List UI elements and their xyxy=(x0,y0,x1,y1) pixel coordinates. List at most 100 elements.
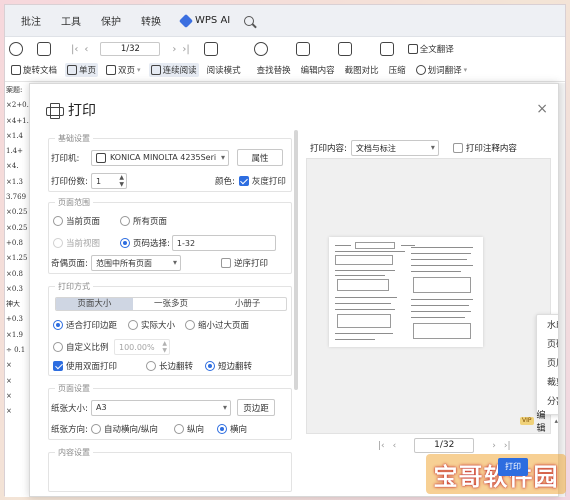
read-mode-button[interactable]: 阅读模式 xyxy=(205,63,243,77)
zoom-icon[interactable] xyxy=(9,42,23,56)
duplex-checkbox[interactable] xyxy=(53,361,63,371)
fit-margin-radio[interactable] xyxy=(53,320,63,330)
continuous-read-button[interactable]: 连续阅读 xyxy=(148,63,199,77)
tab-booklet[interactable]: 小册子 xyxy=(209,298,286,310)
custom-scale-label: 自定义比例 xyxy=(66,343,109,353)
grayscale-checkbox[interactable] xyxy=(238,176,249,186)
last-page-icon[interactable]: ›| xyxy=(504,441,511,451)
custom-scale-stepper[interactable]: 100.00% ▲ ▼ xyxy=(114,339,170,355)
rotate-label: 旋转文档 xyxy=(23,66,58,76)
print-notes-checkbox[interactable] xyxy=(452,143,463,153)
settings-scrollbar[interactable] xyxy=(294,130,298,390)
print-method-title: 打印方式 xyxy=(55,281,93,292)
hand-icon[interactable] xyxy=(37,42,51,56)
edit-dropdown-button[interactable]: VIP 编辑 ▴ xyxy=(520,408,558,434)
properties-button[interactable]: 属性 xyxy=(237,149,283,166)
find-replace-button[interactable]: 查找替换 xyxy=(255,63,293,77)
printer-select[interactable]: KONICA MINOLTA 4235Seri ▾ xyxy=(91,149,229,166)
stepper-arrows-icon: ▲ ▼ xyxy=(119,174,124,188)
long-edge-radio[interactable] xyxy=(146,361,156,371)
find-icon[interactable] xyxy=(253,42,268,56)
crop-compare-icon[interactable] xyxy=(337,42,352,56)
preview-line xyxy=(335,245,351,246)
page-number-input[interactable]: 1/32 xyxy=(100,42,161,56)
doc-line: ×4. xyxy=(6,162,19,171)
compress-button[interactable]: 压缩 xyxy=(387,63,408,77)
first-page-icon[interactable]: |‹ xyxy=(71,44,78,55)
auto-orientation-label: 自动横向/纵向 xyxy=(104,425,158,435)
toolbar: |‹ ‹ 1/32 › ›| 全文翻译 旋转文档 单页 双页 ▾ 连续阅读 阅读… xyxy=(5,38,565,82)
page-setup-title: 页面设置 xyxy=(55,383,93,394)
page-select-radio[interactable] xyxy=(120,238,130,248)
shrink-radio[interactable] xyxy=(185,320,195,330)
double-page-button[interactable]: 双页 ▾ xyxy=(104,63,143,77)
edit-menu: 水印 页码 页眉 裁剪 分割 xyxy=(536,314,558,415)
tab-multi-page[interactable]: 一张多页 xyxy=(133,298,210,310)
preview-line xyxy=(335,297,397,298)
print-content-select[interactable]: 文档与标注 ▾ xyxy=(350,140,439,156)
prev-page-icon[interactable]: ‹ xyxy=(393,441,397,451)
next-page-icon[interactable]: › xyxy=(492,441,496,451)
odd-even-row: 奇偶页面: 范围中所有页面 ▾ 逆序打印 xyxy=(51,255,268,271)
current-view-radio[interactable] xyxy=(53,238,63,248)
tab-page-size[interactable]: 页面大小 xyxy=(56,298,133,310)
custom-scale-radio[interactable] xyxy=(53,342,63,352)
chevron-down-icon: ▾ xyxy=(220,152,225,162)
reverse-checkbox[interactable] xyxy=(221,258,231,268)
menu-annotate[interactable]: 批注 xyxy=(11,13,51,28)
continuous-icon xyxy=(150,65,161,75)
color-label: 颜色: xyxy=(215,177,235,187)
odd-even-label: 奇偶页面: xyxy=(51,259,88,269)
wps-ai-button[interactable]: WPS AI xyxy=(171,13,240,28)
menu-crop[interactable]: 裁剪 xyxy=(537,374,558,393)
page-select-label: 页码选择: xyxy=(133,239,170,249)
doc-line: +0.3 xyxy=(6,315,23,324)
vip-badge: VIP xyxy=(520,417,534,425)
last-page-icon[interactable]: ›| xyxy=(182,44,189,55)
rotate-button[interactable]: 旋转文档 xyxy=(9,63,59,77)
actual-size-radio[interactable] xyxy=(128,320,138,330)
site-watermark: 宝哥软件园 xyxy=(426,454,566,494)
chevron-down-icon: ▾ xyxy=(463,66,468,74)
menu-header[interactable]: 页眉 xyxy=(537,355,558,374)
select-translate-button[interactable]: 划词翻译 ▾ xyxy=(414,63,470,77)
single-page-button[interactable]: 单页 xyxy=(65,63,99,77)
screenshot-compare-button[interactable]: 截图对比 xyxy=(343,63,381,77)
portrait-radio[interactable] xyxy=(174,424,184,434)
chevron-up-icon: ▴ xyxy=(554,417,558,425)
auto-orientation-radio[interactable] xyxy=(91,424,101,434)
menu-protect[interactable]: 保护 xyxy=(91,13,131,28)
print-button[interactable]: 打印 xyxy=(498,458,528,476)
printer-row: 打印机: KONICA MINOLTA 4235Seri ▾ 属性 xyxy=(51,149,283,166)
short-edge-radio[interactable] xyxy=(205,361,215,371)
landscape-radio[interactable] xyxy=(217,424,227,434)
book-icon[interactable] xyxy=(203,42,218,56)
paper-size-select[interactable]: A3 ▾ xyxy=(91,399,231,416)
first-page-icon[interactable]: |‹ xyxy=(378,441,385,451)
current-page-radio[interactable] xyxy=(53,216,63,226)
search-icon[interactable] xyxy=(244,15,255,26)
preview-page-input[interactable]: 1/32 xyxy=(414,438,475,453)
menu-watermark[interactable]: 水印 xyxy=(537,317,558,336)
preview-line xyxy=(411,311,471,312)
full-translate-button[interactable]: 全文翻译 xyxy=(406,42,456,56)
continuous-label: 连续阅读 xyxy=(162,66,197,76)
menu-page-number[interactable]: 页码 xyxy=(537,336,558,355)
close-button[interactable]: × xyxy=(536,102,548,116)
compress-icon[interactable] xyxy=(379,42,394,56)
copies-stepper[interactable]: 1 ▲ ▼ xyxy=(91,173,127,189)
margin-button[interactable]: 页边距 xyxy=(237,399,275,416)
all-pages-radio[interactable] xyxy=(120,216,130,226)
dialog-title: 打印 xyxy=(46,100,96,120)
preview-line xyxy=(411,299,473,300)
prev-page-icon[interactable]: ‹ xyxy=(84,44,88,55)
edit-label: 编辑 xyxy=(536,411,546,434)
page-range-input[interactable]: 1-32 xyxy=(171,235,276,251)
menu-convert[interactable]: 转换 xyxy=(131,13,171,28)
odd-even-select[interactable]: 范围中所有页面 ▾ xyxy=(91,255,181,271)
menu-tools[interactable]: 工具 xyxy=(51,13,91,28)
edit-icon[interactable] xyxy=(295,42,310,56)
edit-content-button[interactable]: 编辑内容 xyxy=(299,63,337,77)
next-page-icon[interactable]: › xyxy=(172,44,176,55)
toolbar-row-top: |‹ ‹ 1/32 › ›| 全文翻译 xyxy=(9,42,456,56)
